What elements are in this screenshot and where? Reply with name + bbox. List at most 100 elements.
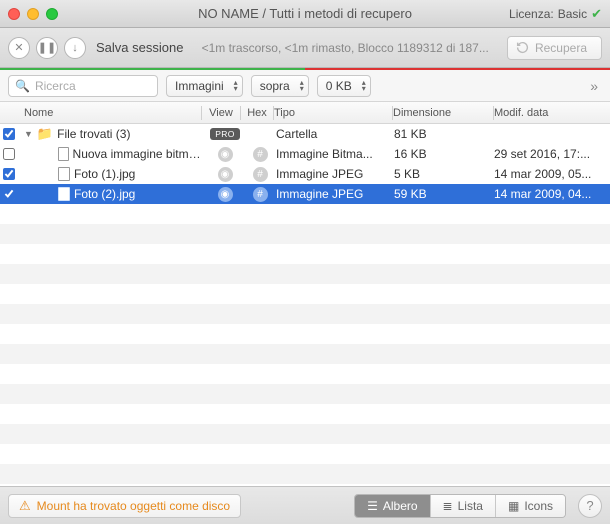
close-window-icon[interactable]	[8, 8, 20, 20]
hash-icon: #	[253, 167, 268, 182]
tree-icon: ☰	[367, 499, 378, 513]
row-size: 5 KB	[394, 167, 494, 181]
pro-badge: PRO	[210, 128, 240, 140]
row-name-cell: Foto (2).jpg	[18, 187, 206, 201]
row-checkbox[interactable]	[0, 148, 18, 160]
row-size: 16 KB	[394, 147, 494, 161]
select-arrows-icon: ▴▾	[234, 80, 238, 92]
row-name-cell: Nuova immagine bitmap.bmp	[18, 147, 206, 161]
disclosure-triangle-icon[interactable]: ▼	[24, 129, 33, 139]
stop-button[interactable]: ✕	[8, 37, 30, 59]
row-checkbox[interactable]	[0, 168, 18, 180]
license-indicator[interactable]: Licenza: Basic ✔	[509, 6, 602, 22]
mount-button-label: Mount ha trovato oggetti come disco	[37, 499, 230, 513]
table-row-selected[interactable]: Foto (2).jpg ◉ # Immagine JPEG 59 KB 14 …	[0, 184, 610, 204]
row-type: Immagine Bitma...	[276, 147, 394, 161]
search-icon: 🔍	[15, 79, 30, 93]
file-name: Nuova immagine bitmap.bmp	[73, 147, 206, 161]
row-size: 59 KB	[394, 187, 494, 201]
view-mode-list[interactable]: ≣ Lista	[431, 495, 496, 517]
expand-filters-button[interactable]: »	[586, 78, 602, 94]
select-arrows-icon: ▴▾	[362, 80, 366, 92]
save-session-button[interactable]: Salva sessione	[96, 40, 183, 55]
filter-bar: 🔍 Immagini ▴▾ sopra ▴▾ 0 KB ▴▾ »	[0, 70, 610, 102]
empty-rows-area	[0, 204, 610, 488]
view-mode-tree[interactable]: ☰ Albero	[355, 495, 430, 517]
col-date[interactable]: Modif. data	[494, 107, 610, 119]
filter-size-value: 0 KB	[326, 79, 352, 93]
pause-button[interactable]: ❚❚	[36, 37, 58, 59]
view-button[interactable]: ◉	[206, 187, 244, 202]
file-tree: ▼ 📁 File trovati (3) PRO Cartella 81 KB …	[0, 124, 610, 204]
toolbar: ✕ ❚❚ ↓ Salva sessione <1m trascorso, <1m…	[0, 28, 610, 68]
col-view[interactable]: View	[202, 107, 240, 119]
table-row[interactable]: Nuova immagine bitmap.bmp ◉ # Immagine B…	[0, 144, 610, 164]
row-checkbox[interactable]	[0, 188, 18, 200]
row-checkbox[interactable]	[0, 128, 18, 140]
select-arrows-icon: ▴▾	[300, 80, 304, 92]
check-icon: ✔	[591, 6, 602, 22]
recover-button[interactable]: Recupera	[507, 36, 602, 60]
file-name: Foto (2).jpg	[74, 187, 135, 201]
row-type: Immagine JPEG	[276, 187, 394, 201]
filter-position-select[interactable]: sopra ▴▾	[251, 75, 309, 97]
view-mode-icons-label: Icons	[524, 499, 553, 513]
row-name-cell: Foto (1).jpg	[18, 167, 206, 181]
file-icon	[58, 187, 70, 201]
folder-icon: 📁	[37, 126, 53, 142]
search-input[interactable]	[35, 79, 151, 93]
row-type: Immagine JPEG	[276, 167, 394, 181]
list-icon: ≣	[443, 499, 453, 513]
help-button[interactable]: ?	[578, 494, 602, 518]
hex-button[interactable]: #	[244, 187, 276, 202]
view-button[interactable]: ◉	[206, 167, 244, 182]
progress-strip	[0, 68, 610, 70]
hash-icon: #	[253, 187, 268, 202]
row-type: Cartella	[276, 127, 394, 141]
license-label: Licenza:	[509, 7, 554, 21]
row-date: 29 set 2016, 17:...	[494, 147, 610, 161]
col-hex[interactable]: Hex	[241, 107, 273, 119]
window-title: NO NAME / Tutti i metodi di recupero	[198, 6, 412, 21]
file-name: Foto (1).jpg	[74, 167, 135, 181]
recover-button-label: Recupera	[535, 41, 587, 55]
column-headers: Nome View Hex Tipo Dimensione Modif. dat…	[0, 102, 610, 124]
license-value: Basic	[558, 7, 587, 21]
row-date: 14 mar 2009, 05...	[494, 167, 610, 181]
view-mode-segmented: ☰ Albero ≣ Lista ▦ Icons	[354, 494, 566, 518]
table-row[interactable]: Foto (1).jpg ◉ # Immagine JPEG 5 KB 14 m…	[0, 164, 610, 184]
save-button[interactable]: ↓	[64, 37, 86, 59]
zoom-window-icon[interactable]	[46, 8, 58, 20]
col-size[interactable]: Dimensione	[393, 107, 493, 119]
minimize-window-icon[interactable]	[27, 8, 39, 20]
filter-type-select[interactable]: Immagini ▴▾	[166, 75, 243, 97]
eye-icon: ◉	[218, 147, 233, 162]
filter-size-select[interactable]: 0 KB ▴▾	[317, 75, 371, 97]
eye-icon: ◉	[218, 167, 233, 182]
mount-button[interactable]: ⚠ Mount ha trovato oggetti come disco	[8, 494, 241, 518]
col-name[interactable]: Nome	[18, 107, 201, 119]
traffic-lights	[8, 8, 58, 20]
hex-button[interactable]: #	[244, 167, 276, 182]
eye-icon: ◉	[218, 187, 233, 202]
view-mode-list-label: Lista	[458, 499, 483, 513]
grid-icon: ▦	[508, 499, 519, 513]
search-input-wrapper[interactable]: 🔍	[8, 75, 158, 97]
row-name-cell: ▼ 📁 File trovati (3)	[18, 126, 206, 142]
file-icon	[58, 167, 70, 181]
row-view-cell: PRO	[206, 128, 244, 140]
file-icon	[58, 147, 69, 161]
warning-icon: ⚠	[19, 498, 31, 514]
filter-position-value: sopra	[260, 79, 290, 93]
scan-status-text: <1m trascorso, <1m rimasto, Blocco 11893…	[189, 41, 501, 55]
row-date: 14 mar 2009, 04...	[494, 187, 610, 201]
refresh-icon	[516, 41, 529, 54]
col-type[interactable]: Tipo	[274, 107, 392, 119]
hex-button[interactable]: #	[244, 147, 276, 162]
table-row-group[interactable]: ▼ 📁 File trovati (3) PRO Cartella 81 KB	[0, 124, 610, 144]
footer-bar: ⚠ Mount ha trovato oggetti come disco ☰ …	[0, 486, 610, 524]
view-mode-icons[interactable]: ▦ Icons	[496, 495, 565, 517]
row-size: 81 KB	[394, 127, 494, 141]
view-button[interactable]: ◉	[206, 147, 244, 162]
titlebar: NO NAME / Tutti i metodi di recupero Lic…	[0, 0, 610, 28]
